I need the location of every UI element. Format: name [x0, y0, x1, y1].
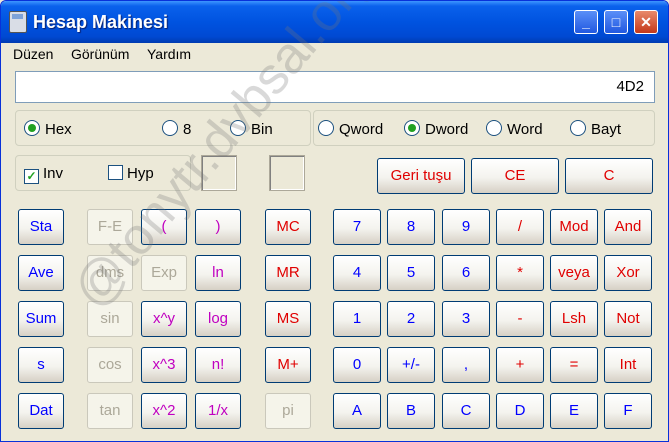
key-7[interactable]: 7 — [333, 209, 381, 245]
key-c[interactable]: C — [442, 393, 490, 429]
radio-bin-indicator — [230, 120, 246, 136]
result-display: 4D2 — [15, 71, 655, 103]
parenthesis-indicator — [269, 155, 305, 191]
radio-byte-indicator — [570, 120, 586, 136]
func-button-x-3[interactable]: x^3 — [141, 347, 187, 383]
key-[interactable]: , — [442, 347, 490, 383]
key-[interactable]: + — [496, 347, 544, 383]
close-button[interactable]: ✕ — [634, 10, 658, 34]
key-f[interactable]: F — [604, 393, 652, 429]
memory-indicator — [201, 155, 237, 191]
key-d[interactable]: D — [496, 393, 544, 429]
key-lsh[interactable]: Lsh — [550, 301, 598, 337]
stat-button-dat[interactable]: Dat — [18, 393, 64, 429]
key-3[interactable]: 3 — [442, 301, 490, 337]
word-size-group: Qword Dword Word Bayt — [313, 110, 655, 146]
key-[interactable]: - — [496, 301, 544, 337]
key-[interactable]: +/- — [387, 347, 435, 383]
stat-button-s[interactable]: s — [18, 347, 64, 383]
stat-button-sta[interactable]: Sta — [18, 209, 64, 245]
stat-button-ave[interactable]: Ave — [18, 255, 64, 291]
radio-word[interactable]: Word — [486, 120, 543, 138]
key-mod[interactable]: Mod — [550, 209, 598, 245]
menu-help[interactable]: Yardım — [147, 46, 191, 62]
radio-hex[interactable]: Hex — [24, 120, 72, 138]
key-8[interactable]: 8 — [387, 209, 435, 245]
key-6[interactable]: 6 — [442, 255, 490, 291]
key-[interactable]: / — [496, 209, 544, 245]
key-2[interactable]: 2 — [387, 301, 435, 337]
func-button-1-x[interactable]: 1/x — [195, 393, 241, 429]
minimize-icon: _ — [582, 14, 590, 30]
sci-button-dms[interactable]: dms — [87, 255, 133, 291]
key-[interactable]: * — [496, 255, 544, 291]
calculator-app-icon — [9, 11, 27, 33]
checkbox-inv[interactable]: ✓ Inv — [24, 165, 63, 184]
maximize-button[interactable]: □ — [604, 10, 628, 34]
radio-dword-indicator — [404, 120, 420, 136]
close-icon: ✕ — [640, 14, 652, 30]
func-button-exp[interactable]: Exp — [141, 255, 187, 291]
check-icon: ✓ — [24, 169, 39, 184]
func-button-x-y[interactable]: x^y — [141, 301, 187, 337]
radio-byte[interactable]: Bayt — [570, 120, 621, 138]
radio-hex-indicator — [24, 120, 40, 136]
key-veya[interactable]: veya — [550, 255, 598, 291]
inv-hyp-group: ✓ Inv Hyp — [15, 155, 191, 191]
sci-button-tan[interactable]: tan — [87, 393, 133, 429]
clear-button[interactable]: C — [565, 158, 653, 194]
key-not[interactable]: Not — [604, 301, 652, 337]
menu-edit[interactable]: Düzen — [13, 46, 53, 62]
title-bar[interactable]: Hesap Makinesi _ □ ✕ — [1, 1, 668, 43]
radio-qword-indicator — [318, 120, 334, 136]
clear-entry-button[interactable]: CE — [471, 158, 559, 194]
func-button--[interactable]: ( — [141, 209, 187, 245]
backspace-button[interactable]: Geri tuşu — [377, 158, 465, 194]
key-int[interactable]: Int — [604, 347, 652, 383]
func-button-x-2[interactable]: x^2 — [141, 393, 187, 429]
key-xor[interactable]: Xor — [604, 255, 652, 291]
menu-bar: Düzen Görünüm Yardım — [1, 43, 668, 65]
key-and[interactable]: And — [604, 209, 652, 245]
sci-button-f-e[interactable]: F-E — [87, 209, 133, 245]
checkbox-hyp-box — [108, 165, 123, 180]
memory-button-mc[interactable]: MC — [265, 209, 311, 245]
memory-button-m-[interactable]: M+ — [265, 347, 311, 383]
key-5[interactable]: 5 — [387, 255, 435, 291]
minimize-button[interactable]: _ — [574, 10, 598, 34]
func-button-n-[interactable]: n! — [195, 347, 241, 383]
key-9[interactable]: 9 — [442, 209, 490, 245]
sci-button-cos[interactable]: cos — [87, 347, 133, 383]
radio-word-indicator — [486, 120, 502, 136]
key-4[interactable]: 4 — [333, 255, 381, 291]
radio-qword[interactable]: Qword — [318, 120, 383, 138]
key-[interactable]: = — [550, 347, 598, 383]
key-0[interactable]: 0 — [333, 347, 381, 383]
memory-button-pi[interactable]: pi — [265, 393, 311, 429]
menu-view[interactable]: Görünüm — [71, 46, 129, 62]
sci-button-sin[interactable]: sin — [87, 301, 133, 337]
maximize-icon: □ — [611, 14, 621, 30]
window-title: Hesap Makinesi — [33, 12, 169, 32]
key-a[interactable]: A — [333, 393, 381, 429]
func-button--[interactable]: ) — [195, 209, 241, 245]
radio-oct-indicator — [162, 120, 178, 136]
key-e[interactable]: E — [550, 393, 598, 429]
radio-bin[interactable]: Bin — [230, 120, 273, 138]
memory-button-ms[interactable]: MS — [265, 301, 311, 337]
checkbox-hyp[interactable]: Hyp — [108, 165, 154, 182]
stat-button-sum[interactable]: Sum — [18, 301, 64, 337]
key-1[interactable]: 1 — [333, 301, 381, 337]
memory-button-mr[interactable]: MR — [265, 255, 311, 291]
radio-oct[interactable]: 8 — [162, 120, 191, 138]
func-button-log[interactable]: log — [195, 301, 241, 337]
func-button-ln[interactable]: ln — [195, 255, 241, 291]
radio-dword[interactable]: Dword — [404, 120, 468, 138]
calculator-window: Hesap Makinesi _ □ ✕ Düzen Görünüm Yardı… — [0, 0, 669, 442]
number-base-group: Hex 8 Bin — [15, 110, 311, 146]
key-b[interactable]: B — [387, 393, 435, 429]
